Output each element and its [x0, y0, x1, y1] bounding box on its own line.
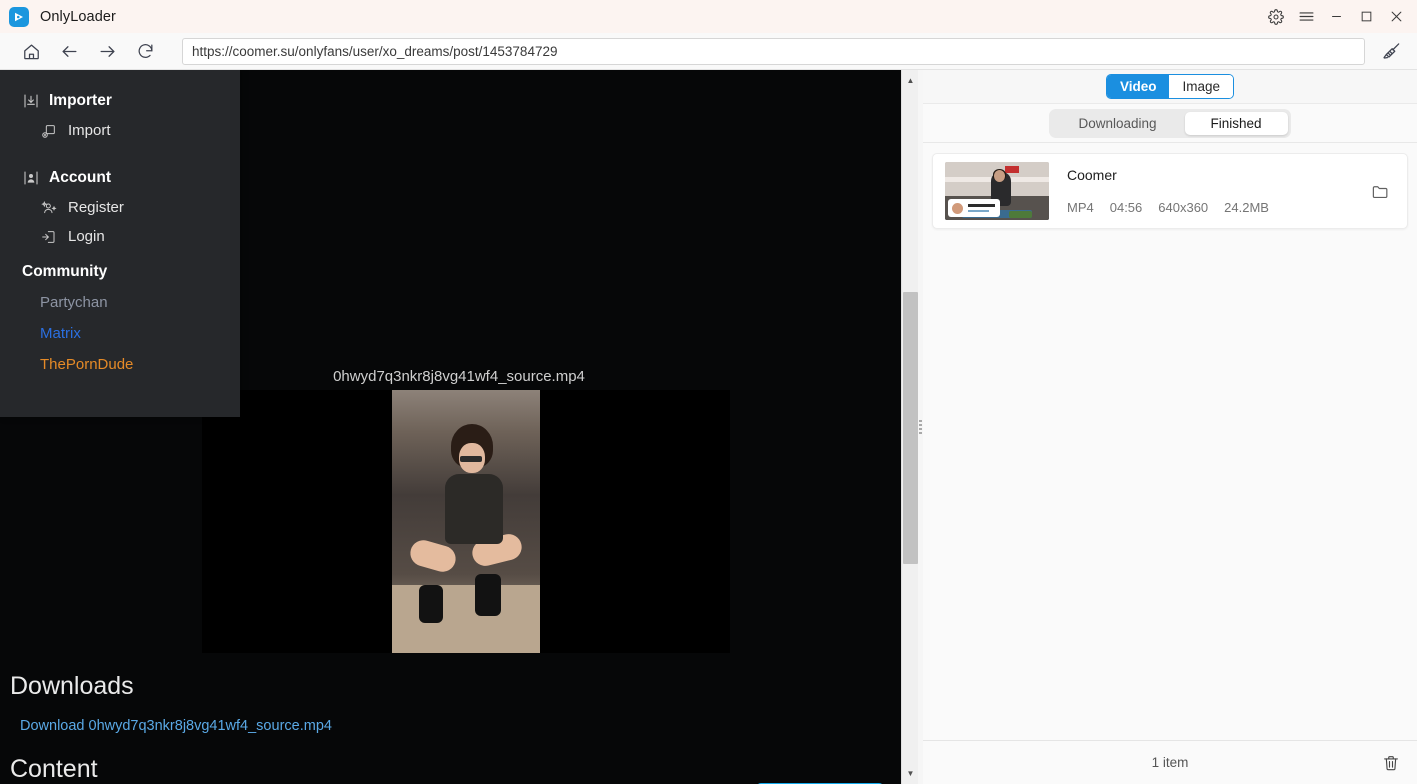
media-type-segmented-control: Video Image — [1105, 74, 1235, 99]
sidebar-group-community: Community — [22, 263, 108, 280]
splitter-grip-icon — [919, 420, 922, 434]
sidebar-item-label: Import — [68, 122, 111, 139]
download-list: Coomer MP4 04:56 640x360 24.2MB — [923, 143, 1417, 740]
item-thumbnail — [945, 162, 1049, 220]
importer-icon — [22, 93, 39, 110]
item-resolution: 640x360 — [1158, 200, 1209, 215]
sidebar-link-theporndude[interactable]: ThePornDude — [0, 349, 240, 380]
trash-icon[interactable] — [1377, 749, 1405, 777]
forward-arrow-icon[interactable] — [93, 37, 122, 66]
login-icon — [40, 228, 57, 245]
browser-toolbar: https://coomer.su/onlyfans/user/xo_dream… — [0, 33, 1417, 70]
sidebar-group-importer: Importer — [0, 86, 240, 116]
download-panel-footer: 1 item — [923, 740, 1417, 784]
url-input[interactable]: https://coomer.su/onlyfans/user/xo_dream… — [182, 37, 1365, 65]
menu-hamburger-icon[interactable] — [1291, 2, 1321, 32]
import-icon — [40, 122, 57, 139]
broom-icon[interactable] — [1375, 36, 1409, 66]
folder-icon[interactable] — [1365, 176, 1395, 206]
scroll-down-arrow-icon[interactable]: ▼ — [902, 765, 918, 782]
sidebar-group-account: Account — [0, 163, 240, 193]
settings-gear-icon[interactable] — [1261, 2, 1291, 32]
back-arrow-icon[interactable] — [55, 37, 84, 66]
sidebar-item-label: Register — [68, 199, 124, 216]
site-sidebar-menu: Importer Import Account Register Login C… — [0, 70, 240, 417]
download-panel: Video Image Downloading Finished Coomer … — [923, 70, 1417, 784]
sidebar-group-label: Account — [49, 169, 111, 186]
downloads-heading: Downloads — [10, 672, 134, 700]
sidebar-item-register[interactable]: Register — [0, 193, 240, 222]
minimize-button[interactable] — [1321, 2, 1351, 32]
account-icon — [22, 170, 39, 187]
close-button[interactable] — [1381, 2, 1411, 32]
tab-image[interactable]: Image — [1169, 75, 1234, 98]
state-segmented-control: Downloading Finished — [1049, 108, 1291, 138]
item-duration: 04:56 — [1109, 200, 1143, 215]
video-frame-preview — [392, 390, 540, 653]
pane-splitter[interactable] — [918, 70, 923, 784]
register-icon — [40, 199, 57, 216]
sidebar-item-login[interactable]: Login — [0, 222, 240, 251]
list-item[interactable]: Coomer MP4 04:56 640x360 24.2MB — [932, 153, 1408, 229]
tab-finished[interactable]: Finished — [1184, 111, 1288, 135]
video-player[interactable] — [202, 390, 730, 653]
sidebar-item-label: Login — [68, 228, 105, 245]
app-window: OnlyLoader https://coomer.su/onlyfans/us… — [0, 0, 1417, 784]
item-format: MP4 — [1067, 200, 1094, 215]
item-count-label: 1 item — [1151, 755, 1189, 770]
maximize-button[interactable] — [1351, 2, 1381, 32]
scrollbar-thumb[interactable] — [903, 292, 918, 564]
sidebar-link-matrix[interactable]: Matrix — [0, 318, 240, 349]
item-metadata: MP4 04:56 640x360 24.2MB — [1067, 200, 1365, 215]
title-bar: OnlyLoader — [0, 0, 1417, 33]
web-scrollbar[interactable]: ▲ ▼ — [901, 70, 918, 784]
tab-video[interactable]: Video — [1106, 75, 1170, 98]
sidebar-group-label: Importer — [49, 92, 112, 109]
download-state-tabs: Downloading Finished — [923, 104, 1417, 143]
tab-downloading[interactable]: Downloading — [1052, 112, 1182, 135]
item-details: Coomer MP4 04:56 640x360 24.2MB — [1067, 164, 1365, 218]
reload-icon[interactable] — [131, 37, 160, 66]
app-title: OnlyLoader — [40, 8, 116, 25]
item-title: Coomer — [1067, 167, 1117, 183]
content-heading: Content — [10, 755, 98, 783]
sidebar-item-import[interactable]: Import — [0, 116, 240, 145]
item-size: 24.2MB — [1224, 200, 1269, 215]
media-type-tabs: Video Image — [923, 70, 1417, 104]
download-file-link[interactable]: Download 0hwyd7q3nkr8j8vg41wf4_source.mp… — [20, 718, 332, 734]
home-icon[interactable] — [17, 37, 46, 66]
scroll-up-arrow-icon[interactable]: ▲ — [902, 72, 918, 89]
app-logo-icon — [9, 6, 29, 27]
sidebar-link-partychan[interactable]: Partychan — [0, 287, 240, 318]
